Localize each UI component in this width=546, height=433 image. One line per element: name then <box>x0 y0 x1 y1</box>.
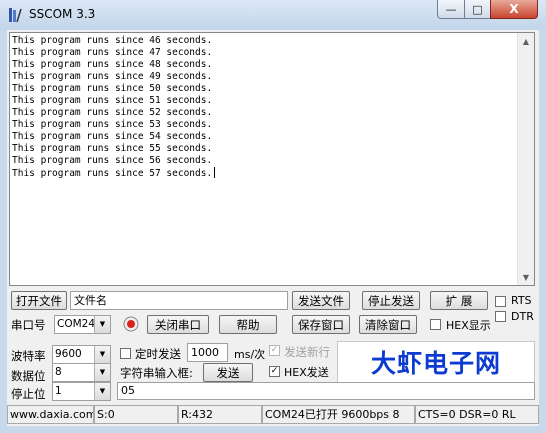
chevron-down-icon[interactable]: ▼ <box>94 346 110 363</box>
rts-checkbox[interactable] <box>495 296 506 307</box>
output-line: This program runs since 53 seconds. <box>12 119 213 130</box>
dtr-checkbox[interactable] <box>495 311 506 322</box>
clear-window-button[interactable]: 清除窗口 <box>359 315 417 334</box>
filename-input[interactable]: 文件名 <box>70 291 288 310</box>
baud-select[interactable]: 9600 ▼ <box>52 345 111 364</box>
check-icon: ✓ <box>270 345 279 355</box>
port-label: 串口号 <box>11 318 46 332</box>
help-button[interactable]: 帮助 <box>219 315 277 334</box>
stopbits-value: 1 <box>55 385 62 397</box>
title-bar[interactable]: SSCOM 3.3 — □ X <box>0 0 546 30</box>
hex-send-label: HEX发送 <box>284 366 329 379</box>
status-lines: CTS=0 DSR=0 RL <box>415 405 539 424</box>
port-select[interactable]: COM24 ▼ <box>54 315 111 334</box>
check-icon: ✓ <box>270 366 279 376</box>
dtr-label: DTR <box>511 310 534 323</box>
chevron-down-icon[interactable]: ▼ <box>94 316 110 333</box>
vertical-scrollbar[interactable]: ▲ ▼ <box>517 33 534 285</box>
output-line: This program runs since 46 seconds. <box>12 35 213 46</box>
client-area: This program runs since 46 seconds. This … <box>7 30 539 426</box>
output-line: This program runs since 51 seconds. <box>12 95 213 106</box>
output-line: This program runs since 57 seconds. <box>12 167 216 180</box>
output-line: This program runs since 52 seconds. <box>12 107 213 118</box>
output-line: This program runs since 54 seconds. <box>12 131 213 142</box>
status-sent-count: S:0 <box>94 405 178 424</box>
app-icon <box>9 8 22 23</box>
databits-select[interactable]: 8 ▼ <box>52 363 111 382</box>
daxia-logo: 大虾电子网 <box>337 341 535 383</box>
databits-label: 数据位 <box>11 369 46 383</box>
output-line: This program runs since 47 seconds. <box>12 47 213 58</box>
maximize-button[interactable]: □ <box>464 0 491 19</box>
port-value: COM24 <box>57 318 96 330</box>
timed-send-checkbox[interactable] <box>120 348 131 359</box>
scroll-down-arrow-icon[interactable]: ▼ <box>518 269 534 285</box>
extend-button[interactable]: 扩 展 <box>430 291 488 310</box>
save-window-button[interactable]: 保存窗口 <box>292 315 350 334</box>
send-data-input[interactable]: 05 <box>117 382 535 400</box>
open-file-button[interactable]: 打开文件 <box>11 291 67 310</box>
interval-input[interactable]: 1000 <box>187 343 228 362</box>
output-line: This program runs since 50 seconds. <box>12 83 213 94</box>
minimize-button[interactable]: — <box>437 0 465 19</box>
status-url: www.daxia.com <box>7 405 94 424</box>
close-port-button[interactable]: 关闭串口 <box>147 315 209 334</box>
chevron-down-icon[interactable]: ▼ <box>94 383 110 400</box>
close-button[interactable]: X <box>490 0 538 19</box>
send-newline-checkbox[interactable]: ✓ <box>269 345 280 356</box>
status-port: COM24已打开 9600bps 8 <box>262 405 415 424</box>
chevron-down-icon[interactable]: ▼ <box>94 364 110 381</box>
output-line: This program runs since 49 seconds. <box>12 71 213 82</box>
text-caret <box>214 167 216 178</box>
stopbits-label: 停止位 <box>11 387 46 401</box>
output-lines: This program runs since 46 seconds. This … <box>12 35 216 180</box>
hex-display-checkbox[interactable] <box>430 319 441 330</box>
scroll-up-arrow-icon[interactable]: ▲ <box>518 33 534 49</box>
stopbits-select[interactable]: 1 ▼ <box>52 382 111 401</box>
output-line: This program runs since 48 seconds. <box>12 59 213 70</box>
hex-send-checkbox[interactable]: ✓ <box>269 366 280 377</box>
rts-label: RTS <box>511 294 532 307</box>
hex-display-label: HEX显示 <box>446 319 491 332</box>
output-line: This program runs since 56 seconds. <box>12 155 213 166</box>
baud-value: 9600 <box>55 348 82 360</box>
interval-unit: ms/次 <box>234 348 266 361</box>
send-newline-label: 发送新行 <box>284 345 330 359</box>
receive-output[interactable]: This program runs since 46 seconds. This … <box>9 32 535 286</box>
timed-send-label: 定时发送 <box>135 347 181 361</box>
baud-label: 波特率 <box>11 349 46 363</box>
stop-send-button[interactable]: 停止发送 <box>362 291 420 310</box>
send-button[interactable]: 发送 <box>203 363 253 382</box>
databits-value: 8 <box>55 366 62 378</box>
port-status-record-icon <box>123 316 139 332</box>
output-line: This program runs since 55 seconds. <box>12 143 213 154</box>
send-file-button[interactable]: 发送文件 <box>292 291 350 310</box>
window-title: SSCOM 3.3 <box>29 7 96 21</box>
status-received-count: R:432 <box>178 405 262 424</box>
string-input-label: 字符串输入框: <box>120 366 193 380</box>
